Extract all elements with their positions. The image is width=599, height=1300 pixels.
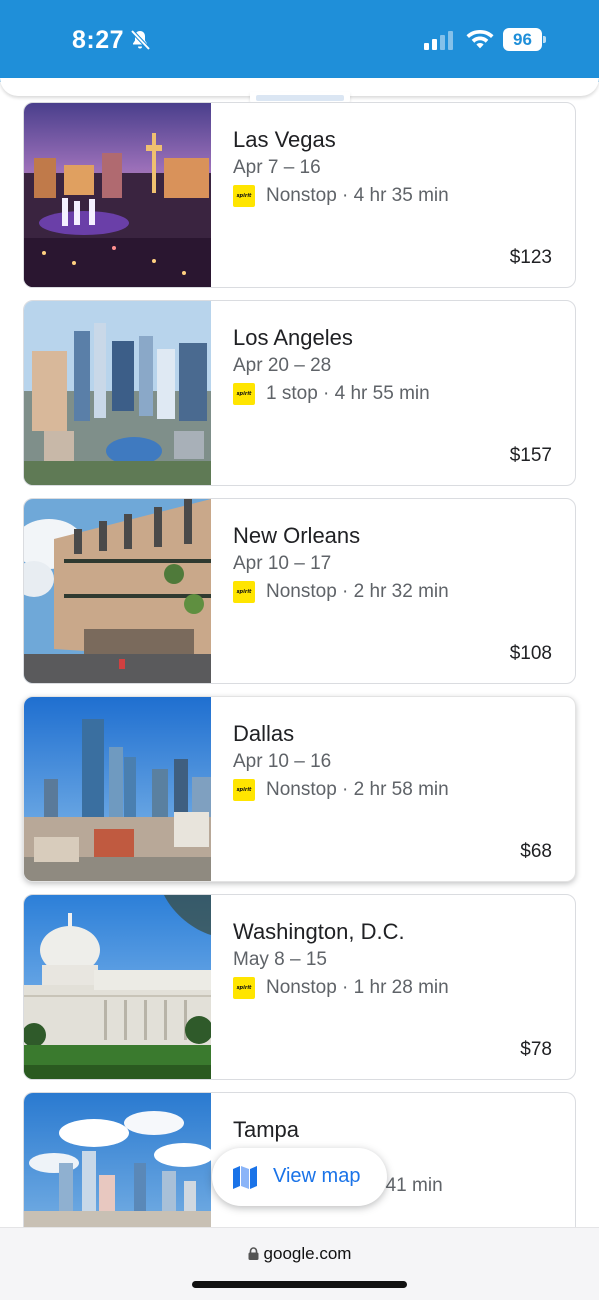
dallas-image xyxy=(24,697,211,881)
status-time: 8:27 xyxy=(72,26,125,54)
cellular-signal-icon xyxy=(424,31,453,50)
price: $108 xyxy=(509,643,552,664)
home-indicator[interactable] xyxy=(192,1281,407,1288)
spirit-airline-logo: spirit xyxy=(233,977,255,999)
flight-info: Nonstop · 2 hr 32 min xyxy=(266,581,449,602)
destination-card-las-vegas[interactable]: Las Vegas Apr 7 – 16 spirit Nonstop · 4 … xyxy=(23,102,576,288)
lock-icon xyxy=(248,1247,259,1260)
new-orleans-image xyxy=(24,499,211,683)
los-angeles-image xyxy=(24,301,211,485)
destination-city: Washington, D.C. xyxy=(233,919,405,944)
destination-city: Tampa xyxy=(233,1117,300,1142)
trip-dates: May 8 – 15 xyxy=(233,949,327,970)
spirit-airline-logo: spirit xyxy=(233,581,255,603)
bell-off-icon xyxy=(130,29,151,51)
flight-info: Nonstop · 1 hr 28 min xyxy=(266,977,449,998)
url-text: google.com xyxy=(263,1244,352,1263)
price: $123 xyxy=(509,247,552,268)
browser-address-bar[interactable]: google.com xyxy=(0,1227,599,1300)
battery-icon: 96 xyxy=(503,28,547,51)
url-container[interactable]: google.com xyxy=(0,1244,599,1264)
destination-card-los-angeles[interactable]: Los Angeles Apr 20 – 28 spirit 1 stop · … xyxy=(23,300,576,486)
map-icon xyxy=(233,1166,257,1189)
status-bar: 8:27 96 xyxy=(0,0,599,82)
price: $78 xyxy=(520,1039,552,1060)
tampa-image xyxy=(24,1093,211,1227)
destination-city: Los Angeles xyxy=(233,325,353,350)
trip-dates: Apr 7 – 16 xyxy=(233,157,321,178)
destination-card-dallas[interactable]: Dallas Apr 10 – 16 spirit Nonstop · 2 hr… xyxy=(23,696,576,882)
trip-dates: Apr 10 – 17 xyxy=(233,553,332,574)
view-map-button[interactable]: View map xyxy=(212,1148,387,1206)
flight-info: 1 stop · 4 hr 55 min xyxy=(266,383,430,404)
destination-city: Las Vegas xyxy=(233,127,336,152)
spirit-airline-logo: spirit xyxy=(233,779,255,801)
flight-info: Nonstop · 2 hr 58 min xyxy=(266,779,449,800)
wifi-icon xyxy=(466,30,494,49)
destination-card-new-orleans[interactable]: New Orleans Apr 10 – 17 spirit Nonstop ·… xyxy=(23,498,576,684)
spirit-airline-logo: spirit xyxy=(233,185,255,207)
price: $157 xyxy=(509,445,552,466)
price: $68 xyxy=(520,841,552,862)
view-map-label: View map xyxy=(273,1165,361,1187)
destination-city: Dallas xyxy=(233,721,295,746)
trip-dates: Apr 10 – 16 xyxy=(233,751,332,772)
battery-level: 96 xyxy=(503,28,542,51)
washington-dc-image xyxy=(24,895,211,1079)
flight-info: Nonstop · 4 hr 35 min xyxy=(266,185,449,206)
las-vegas-image xyxy=(24,103,211,287)
destination-city: New Orleans xyxy=(233,523,361,548)
spirit-airline-logo: spirit xyxy=(233,383,255,405)
trip-dates: Apr 20 – 28 xyxy=(233,355,332,376)
destination-card-washington-dc[interactable]: Washington, D.C. May 8 – 15 spirit Nonst… xyxy=(23,894,576,1080)
